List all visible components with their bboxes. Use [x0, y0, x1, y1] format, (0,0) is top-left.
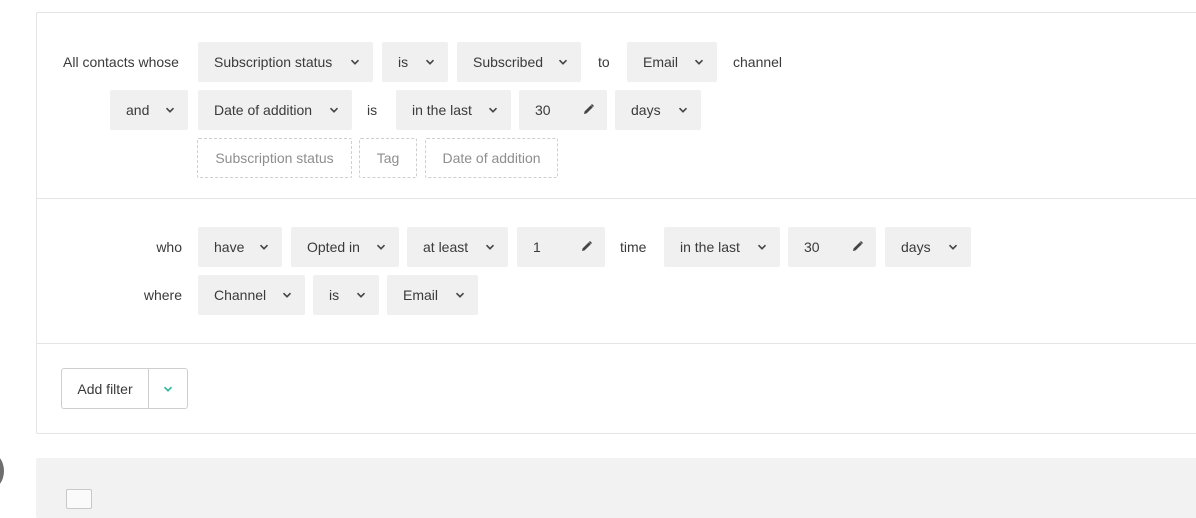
section-divider — [37, 343, 1196, 344]
dropdown-label: in the last — [412, 102, 472, 118]
segment-condition-row-2: and Date of addition is in the last 30 d… — [37, 90, 1196, 130]
chevron-down-icon — [356, 292, 366, 298]
section-divider — [37, 198, 1196, 199]
action-dropdown[interactable]: Opted in — [291, 227, 399, 267]
period-amount-input[interactable]: 30 — [788, 227, 876, 267]
dropdown-label: have — [214, 239, 245, 255]
chevron-down-icon — [948, 244, 958, 250]
subscription-value-dropdown[interactable]: Subscribed — [457, 42, 581, 82]
input-value: 1 — [533, 239, 541, 255]
dropdown-label: Email — [403, 287, 439, 303]
row-prefix-label: All contacts whose — [63, 54, 179, 70]
chevron-down-icon — [165, 107, 175, 113]
behavior-condition-row-1: who have Opted in at least 1 time in the… — [37, 227, 1196, 267]
add-filter-button-group: Add filter — [61, 368, 188, 409]
chevron-down-icon — [163, 386, 173, 392]
channel-suffix-label: channel — [733, 54, 783, 70]
chevron-down-icon — [350, 59, 360, 65]
dropdown-label: at least — [423, 239, 469, 255]
chevron-down-icon — [455, 292, 465, 298]
dropdown-label: Subscribed — [473, 54, 544, 70]
add-filter-button[interactable]: Add filter — [62, 369, 149, 408]
dropdown-label: is — [398, 54, 409, 70]
pencil-icon — [853, 241, 863, 251]
subscription-field-dropdown[interactable]: Subscription status — [198, 42, 373, 82]
dropdown-label: days — [631, 102, 661, 118]
dropdown-label: and — [126, 102, 150, 118]
channel-dropdown[interactable]: Email — [627, 42, 717, 82]
info-panel-icon — [66, 489, 92, 509]
add-filter-menu-toggle[interactable] — [149, 369, 187, 408]
where-field-dropdown[interactable]: Channel — [198, 275, 305, 315]
dropdown-label: Channel — [214, 287, 267, 303]
chevron-down-icon — [694, 59, 704, 65]
dropdown-label: Opted in — [307, 239, 360, 255]
period-unit-dropdown[interactable]: days — [885, 227, 971, 267]
frequency-dropdown[interactable]: at least — [407, 227, 508, 267]
quick-filter-tag[interactable]: Tag — [359, 138, 417, 178]
count-input[interactable]: 1 — [517, 227, 605, 267]
chevron-down-icon — [259, 244, 269, 250]
period-dropdown[interactable]: in the last — [664, 227, 780, 267]
dropdown-label: is — [329, 287, 340, 303]
where-label: where — [143, 287, 182, 303]
pencil-icon — [584, 104, 594, 114]
chevron-down-icon — [558, 59, 568, 65]
input-value: 30 — [535, 102, 551, 118]
conjunction-dropdown[interactable]: and — [110, 90, 188, 130]
dropdown-label: Subscription status — [214, 54, 333, 70]
verb-dropdown[interactable]: have — [198, 227, 282, 267]
date-amount-input[interactable]: 30 — [519, 90, 607, 130]
chevron-down-icon — [488, 107, 498, 113]
to-label: to — [598, 54, 610, 70]
segment-condition-row-1: All contacts whose Subscription status i… — [37, 42, 1196, 82]
sidebar-toggle[interactable] — [0, 452, 4, 490]
info-panel — [36, 458, 1196, 518]
dropdown-label: days — [901, 239, 931, 255]
chevron-down-icon — [282, 292, 292, 298]
who-label: who — [156, 239, 182, 255]
operator-dropdown[interactable]: is — [382, 42, 448, 82]
quick-filters: Subscription status Tag Date of addition — [37, 138, 1196, 178]
date-field-dropdown[interactable]: Date of addition — [198, 90, 352, 130]
chevron-down-icon — [425, 59, 435, 65]
dropdown-label: Email — [643, 54, 679, 70]
dropdown-label: in the last — [680, 239, 740, 255]
time-label: time — [620, 239, 647, 255]
where-value-dropdown[interactable]: Email — [387, 275, 478, 315]
chevron-down-icon — [678, 107, 688, 113]
dropdown-label: Date of addition — [214, 102, 313, 118]
chevron-down-icon — [485, 244, 495, 250]
input-value: 30 — [804, 239, 820, 255]
quick-filter-date-of-addition[interactable]: Date of addition — [425, 138, 558, 178]
where-operator-dropdown[interactable]: is — [313, 275, 379, 315]
chevron-down-icon — [757, 244, 767, 250]
date-operator-dropdown[interactable]: in the last — [396, 90, 511, 130]
behavior-condition-row-2: where Channel is Email — [37, 275, 1196, 315]
date-unit-dropdown[interactable]: days — [615, 90, 701, 130]
chevron-down-icon — [329, 107, 339, 113]
is-label: is — [367, 102, 378, 118]
chevron-down-icon — [376, 244, 386, 250]
pencil-icon — [582, 241, 592, 251]
quick-filter-subscription-status[interactable]: Subscription status — [197, 138, 352, 178]
filter-card: All contacts whose Subscription status i… — [36, 12, 1196, 434]
